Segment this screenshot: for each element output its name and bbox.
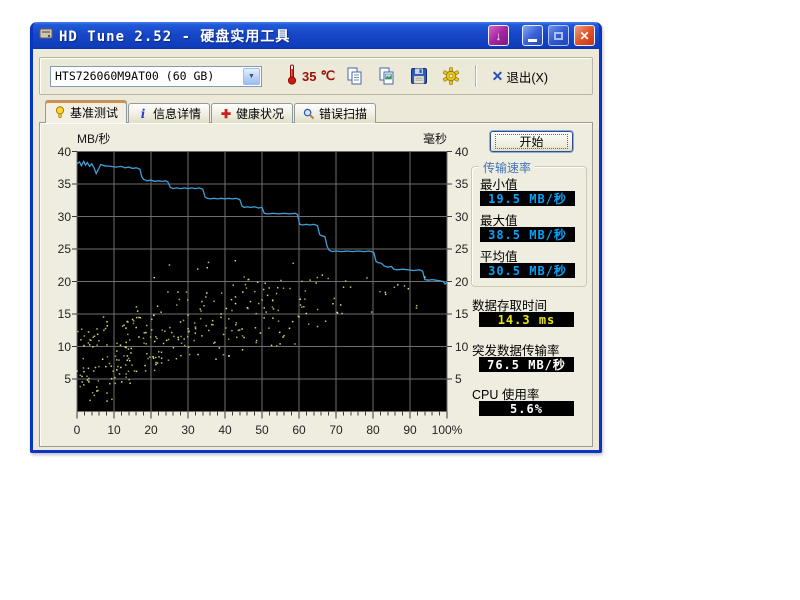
axis-tick-label: 15: [45, 307, 71, 321]
drive-selector[interactable]: HTS726060M9AT00 (60 GB) ▼: [50, 66, 262, 87]
image-icon: [377, 66, 397, 86]
tab-bar: 基准测试 i 信息详情 ✚ 健康状况 错误扫描: [39, 100, 593, 123]
minimize-button[interactable]: [522, 25, 543, 46]
temperature-unit: ℃: [320, 68, 335, 84]
gear-icon: [441, 66, 461, 86]
burst-rate-value-box: 76.5 MB/秒: [479, 357, 574, 372]
down-arrow-icon: ↓: [496, 29, 502, 43]
toolbar-buttons: ✕ 退出(X): [343, 64, 582, 88]
start-button[interactable]: 开始: [490, 131, 573, 152]
axis-tick-label: 5: [45, 372, 71, 386]
copy-text-button[interactable]: [343, 64, 367, 88]
benchmark-page: MB/秒 毫秒 403530252015105 403530252015105 …: [39, 122, 593, 447]
axis-tick-label: 40: [45, 145, 71, 159]
tab-label: 信息详情: [153, 105, 201, 122]
axis-tick-label: 50: [242, 423, 282, 437]
options-button[interactable]: [439, 64, 463, 88]
axis-tick-label: 10: [94, 423, 134, 437]
axis-tick-label: 90: [390, 423, 430, 437]
tab-info[interactable]: i 信息详情: [128, 103, 210, 123]
cpu-usage-value-box: 5.6%: [479, 401, 574, 416]
exit-x-icon: ✕: [492, 70, 504, 82]
start-button-label: 开始: [495, 134, 568, 149]
axis-tick-label: 30: [168, 423, 208, 437]
copy-icon: [345, 66, 365, 86]
axis-tick-label: 70: [316, 423, 356, 437]
tab-label: 健康状况: [236, 105, 284, 122]
axis-tick-label: 20: [45, 275, 71, 289]
dropdown-arrow-icon[interactable]: ▼: [243, 68, 260, 85]
tab-label: 基准测试: [70, 104, 118, 121]
drive-selector-value: HTS726060M9AT00 (60 GB): [51, 69, 242, 83]
toolbar-separator: [475, 65, 476, 87]
axis-tick-label: 80: [353, 423, 393, 437]
window-title: HD Tune 2.52 - 硬盘实用工具: [59, 26, 483, 46]
titlebar[interactable]: HD Tune 2.52 - 硬盘实用工具 ↓ ✕: [33, 22, 599, 49]
maximize-button[interactable]: [548, 25, 569, 46]
axis-tick-label: 0: [57, 423, 97, 437]
axis-tick-label: 40: [455, 145, 481, 159]
exit-label: 退出(X): [506, 67, 548, 86]
download-button[interactable]: ↓: [488, 25, 509, 46]
benchmark-icon: [54, 106, 66, 119]
hd-tune-window: HD Tune 2.52 - 硬盘实用工具 ↓ ✕ HTS726060M9AT0…: [30, 22, 602, 453]
tab-health[interactable]: ✚ 健康状况: [211, 103, 293, 123]
exit-button[interactable]: ✕ 退出(X): [488, 65, 552, 88]
transfer-rate-group: 传输速率 最小值 19.5 MB/秒 最大值 38.5 MB/秒 平均值 30.…: [471, 166, 587, 287]
maximize-icon: [554, 32, 563, 40]
axis-tick-label: 20: [131, 423, 171, 437]
axis-tick-label: 35: [45, 177, 71, 191]
axis-tick-label: 30: [45, 210, 71, 224]
minimize-icon: [528, 39, 537, 42]
benchmark-chart: [72, 151, 452, 421]
axis-tick-label: 60: [279, 423, 319, 437]
temperature-value: 35: [302, 69, 316, 84]
app-icon: [38, 25, 54, 46]
floppy-icon: [409, 66, 429, 86]
max-value-box: 38.5 MB/秒: [480, 227, 575, 242]
left-axis-title: MB/秒: [77, 130, 110, 147]
magnifier-icon: [303, 108, 315, 120]
axis-tick-label: 100%: [427, 423, 467, 437]
axis-tick-label: 25: [45, 242, 71, 256]
tab-label: 错误扫描: [319, 105, 367, 122]
health-cross-icon: ✚: [220, 109, 232, 119]
tab-benchmark[interactable]: 基准测试: [45, 100, 127, 123]
save-button[interactable]: [407, 64, 431, 88]
avg-value-box: 30.5 MB/秒: [480, 263, 575, 278]
access-time-value-box: 14.3 ms: [479, 312, 574, 327]
thermometer-icon: [286, 63, 298, 90]
temperature-indicator: 35 ℃: [286, 63, 335, 90]
axis-tick-label: 40: [205, 423, 245, 437]
copy-image-button[interactable]: [375, 64, 399, 88]
close-button[interactable]: ✕: [574, 25, 595, 46]
tab-error-scan[interactable]: 错误扫描: [294, 103, 376, 123]
info-icon: i: [137, 109, 149, 119]
axis-tick-label: 10: [45, 340, 71, 354]
close-icon: ✕: [579, 29, 589, 43]
min-value-box: 19.5 MB/秒: [480, 191, 575, 206]
right-axis-title: 毫秒: [370, 130, 447, 147]
toolbar: HTS726060M9AT00 (60 GB) ▼ 35 ℃: [39, 57, 593, 95]
client-area: HTS726060M9AT00 (60 GB) ▼ 35 ℃: [33, 49, 599, 447]
